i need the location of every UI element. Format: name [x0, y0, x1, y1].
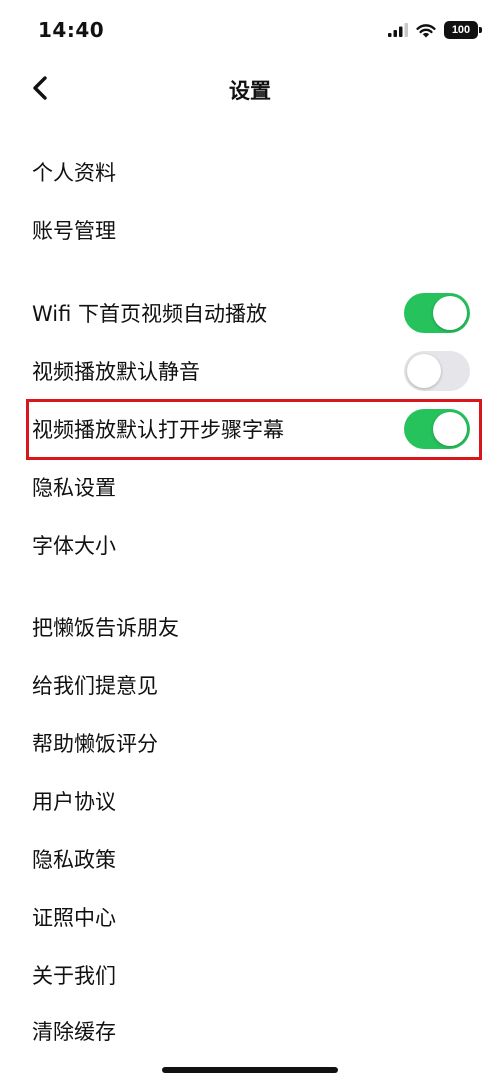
menu-item-about-us[interactable]: 关于我们 — [0, 950, 500, 1000]
menu-item-share[interactable]: 把懒饭告诉朋友 — [0, 602, 500, 652]
menu-item-step-subtitles: 视频播放默认打开步骤字幕 — [0, 404, 500, 454]
menu-item-label: Wifi 下首页视频自动播放 — [32, 302, 268, 326]
menu-item-license-center[interactable]: 证照中心 — [0, 892, 500, 942]
menu-item-label: 视频播放默认静音 — [32, 360, 200, 384]
nav-bar: 设置 — [0, 60, 500, 118]
menu-item-label: 关于我们 — [32, 964, 116, 988]
menu-item-label: 证照中心 — [32, 906, 116, 930]
step-subtitles-toggle[interactable] — [404, 409, 470, 449]
menu-item-rate[interactable]: 帮助懒饭评分 — [0, 718, 500, 768]
status-icons: 100 — [388, 21, 482, 39]
menu-item-font-size[interactable]: 字体大小 — [0, 520, 500, 570]
page-title: 设置 — [229, 79, 271, 103]
battery-icon: 100 — [444, 21, 482, 39]
toggle-knob — [407, 354, 441, 388]
menu-item-privacy-policy[interactable]: 隐私政策 — [0, 834, 500, 884]
menu-item-feedback[interactable]: 给我们提意见 — [0, 660, 500, 710]
menu-item-label: 个人资料 — [32, 161, 116, 185]
menu-item-label: 隐私设置 — [32, 476, 116, 500]
home-indicator — [162, 1067, 338, 1073]
menu-item-account-management[interactable]: 账号管理 — [0, 205, 500, 255]
menu-item-label: 把懒饭告诉朋友 — [32, 616, 179, 640]
toggle-knob — [433, 296, 467, 330]
menu-item-profile[interactable]: 个人资料 — [0, 147, 500, 197]
default-mute-toggle[interactable] — [404, 351, 470, 391]
menu-item-label: 字体大小 — [32, 534, 116, 558]
menu-item-label: 清除缓存 — [32, 1020, 116, 1044]
menu-item-label: 用户协议 — [32, 790, 116, 814]
menu-item-wifi-autoplay: Wifi 下首页视频自动播放 — [0, 288, 500, 338]
battery-level: 100 — [451, 24, 471, 36]
menu-item-label: 账号管理 — [32, 219, 116, 243]
wifi-icon — [416, 23, 436, 37]
status-time: 14:40 — [38, 18, 105, 42]
menu-item-label: 隐私政策 — [32, 848, 116, 872]
menu-item-label: 给我们提意见 — [32, 674, 158, 698]
menu-item-user-agreement[interactable]: 用户协议 — [0, 776, 500, 826]
toggle-knob — [433, 412, 467, 446]
menu-item-privacy-settings[interactable]: 隐私设置 — [0, 462, 500, 512]
wifi-autoplay-toggle[interactable] — [404, 293, 470, 333]
menu-item-label: 视频播放默认打开步骤字幕 — [32, 418, 284, 442]
menu-item-label: 帮助懒饭评分 — [32, 732, 158, 756]
status-bar: 14:40 100 — [0, 0, 500, 60]
menu-item-default-mute: 视频播放默认静音 — [0, 346, 500, 396]
cellular-signal-icon — [388, 23, 408, 37]
battery-tip — [479, 27, 482, 33]
menu-item-clear-cache[interactable]: 清除缓存 — [0, 1006, 500, 1056]
